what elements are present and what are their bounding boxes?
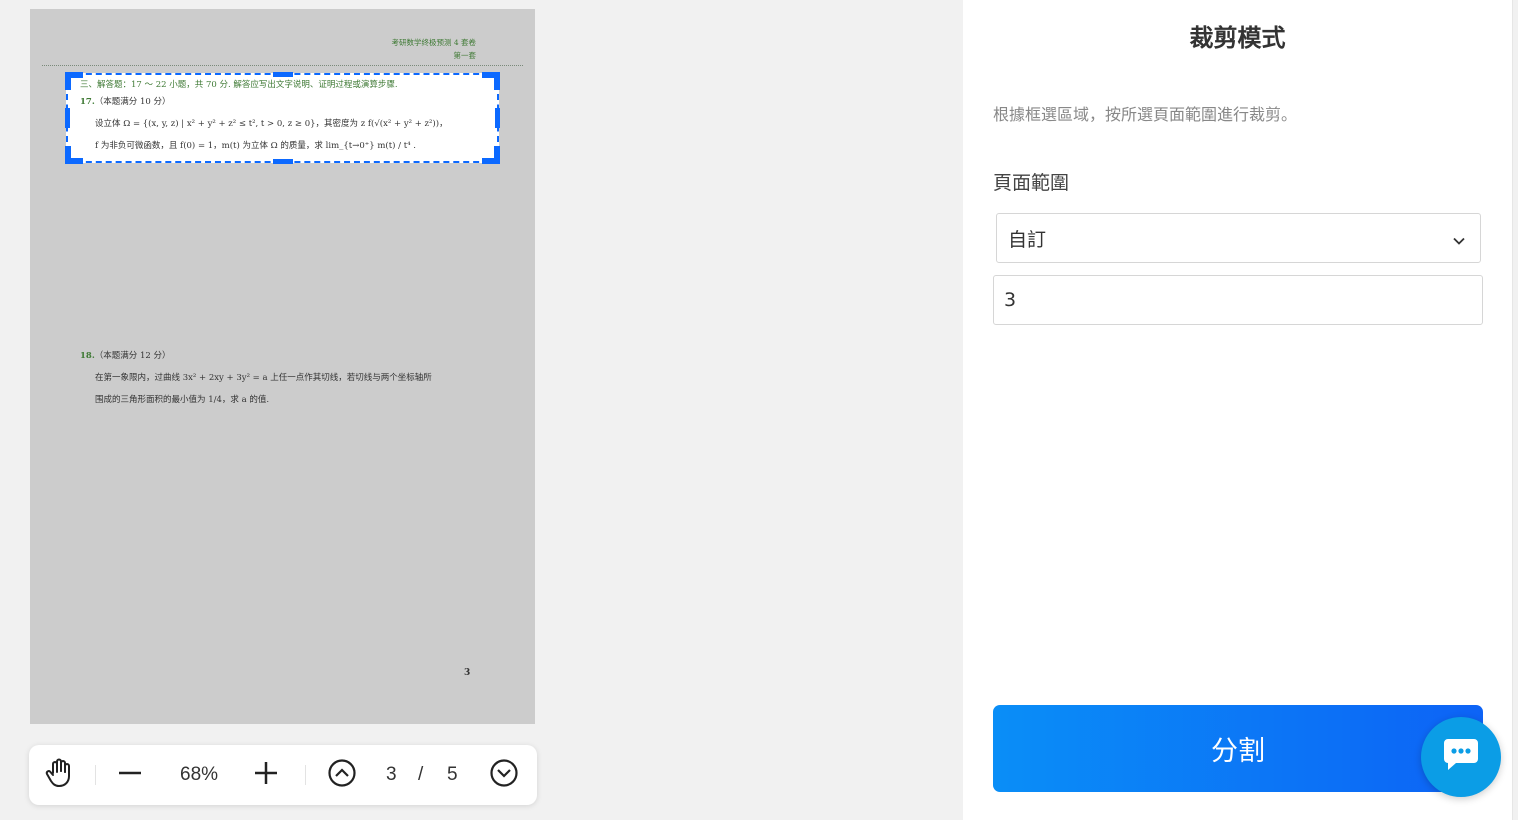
chat-support-button[interactable] bbox=[1421, 717, 1501, 797]
page-range-input[interactable] bbox=[993, 275, 1483, 325]
viewer-toolbar: 68% 3 / 5 bbox=[29, 745, 537, 805]
problem-text: 设立体 Ω = {(x, y, z) | x² + y² + z² ≤ t², … bbox=[95, 119, 448, 129]
problem-text: 围成的三角形面积的最小值为 1/4，求 a 的值. bbox=[95, 395, 270, 405]
page-header-title: 考研数学终极预测 4 套卷 bbox=[391, 38, 476, 47]
panel-title: 裁剪模式 bbox=[1189, 24, 1286, 52]
chat-bubble-icon bbox=[1442, 737, 1480, 777]
problem-text: f 为非负可微函数，且 f(0) = 1，m(t) 为立体 Ω 的质量，求 li… bbox=[95, 141, 416, 151]
hand-icon bbox=[45, 758, 73, 792]
page-separator: / bbox=[418, 764, 424, 785]
page-number: 3 bbox=[464, 668, 471, 678]
crop-handle-top-right[interactable] bbox=[482, 72, 500, 90]
problem-number: 18. bbox=[80, 351, 95, 361]
page-down-icon bbox=[490, 759, 518, 791]
previous-page-button[interactable] bbox=[326, 759, 358, 791]
page-divider bbox=[42, 65, 523, 66]
section-title: 三、解答题：17 ～ 22 小题，共 70 分. 解答应写出文字说明、证明过程或… bbox=[80, 80, 398, 90]
total-pages: 5 bbox=[447, 764, 458, 785]
toolbar-divider bbox=[305, 765, 306, 785]
panel-description: 根據框選區域，按所選頁面範圍進行裁剪。 bbox=[993, 105, 1298, 124]
zoom-level: 68% bbox=[180, 764, 219, 785]
split-button[interactable]: 分割 bbox=[993, 705, 1483, 792]
toolbar-divider bbox=[95, 765, 96, 785]
problem-score: （本题满分 10 分） bbox=[94, 97, 171, 107]
zoom-out-button[interactable] bbox=[114, 759, 146, 791]
page-up-icon bbox=[328, 759, 356, 791]
chevron-down-icon bbox=[1452, 231, 1466, 253]
crop-handle-right[interactable] bbox=[495, 108, 500, 128]
zoom-in-button[interactable] bbox=[250, 759, 282, 791]
document-page[interactable]: 考研数学终极预测 4 套卷 第一套 三、解答题：17 ～ 22 小题，共 70 … bbox=[30, 9, 535, 724]
problem-number: 17. bbox=[80, 97, 95, 107]
crop-handle-left[interactable] bbox=[65, 108, 70, 128]
problem-18: 18.（本题满分 12 分） 在第一象限内，过曲线 3x² + 2xy + 3y… bbox=[80, 345, 432, 411]
zoom-out-icon bbox=[118, 761, 142, 789]
pan-tool-button[interactable] bbox=[43, 758, 75, 792]
page-range-selected-value: 自訂 bbox=[1008, 228, 1047, 251]
zoom-in-icon bbox=[254, 761, 278, 789]
problem-score: （本题满分 12 分） bbox=[94, 351, 171, 361]
problem-17: 17.（本题满分 10 分） 设立体 Ω = {(x, y, z) | x² +… bbox=[80, 91, 448, 157]
crop-handle-bottom-right[interactable] bbox=[482, 146, 500, 164]
page-range-label: 頁面範圍 bbox=[993, 172, 1070, 194]
crop-settings-panel: 裁剪模式 根據框選區域，按所選頁面範圍進行裁剪。 頁面範圍 自訂 分割 bbox=[963, 0, 1513, 820]
problem-text: 在第一象限内，过曲线 3x² + 2xy + 3y² = a 上任一点作其切线，… bbox=[95, 373, 432, 383]
crop-handle-bottom[interactable] bbox=[272, 159, 293, 164]
page-header: 考研数学终极预测 4 套卷 第一套 bbox=[391, 36, 476, 62]
current-page[interactable]: 3 bbox=[386, 764, 397, 786]
next-page-button[interactable] bbox=[488, 759, 520, 791]
page-header-subtitle: 第一套 bbox=[453, 51, 477, 60]
crop-handle-top[interactable] bbox=[272, 72, 293, 77]
page-range-select[interactable]: 自訂 bbox=[996, 213, 1481, 263]
document-viewer: 考研数学终极预测 4 套卷 第一套 三、解答题：17 ～ 22 小题，共 70 … bbox=[0, 0, 963, 820]
